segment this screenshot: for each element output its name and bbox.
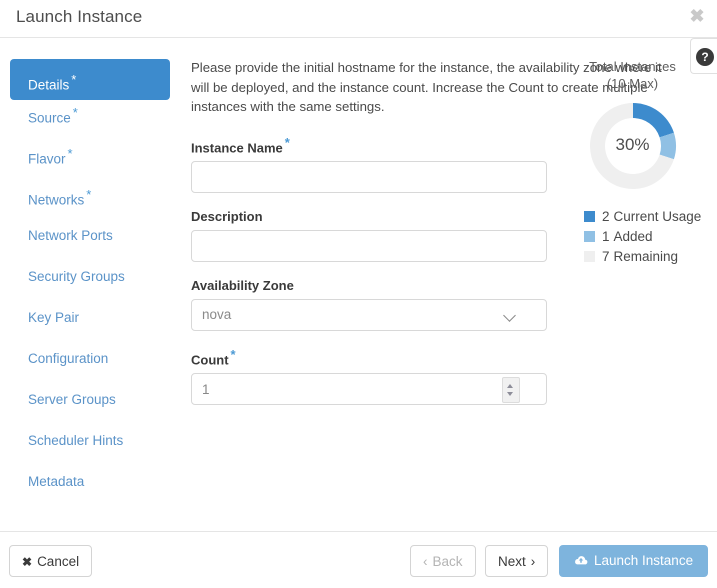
instance-name-label-text: Instance Name <box>191 140 283 155</box>
legend-value: 7 <box>602 249 610 264</box>
required-marker-icon: * <box>231 347 236 362</box>
sidebar-item-source[interactable]: Source* <box>10 100 170 126</box>
sidebar-item-server-groups[interactable]: Server Groups <box>10 387 170 413</box>
page-title: Launch Instance <box>16 7 142 27</box>
sidebar-item-label: Flavor <box>28 152 66 167</box>
legend-label: Remaining <box>614 249 679 264</box>
sidebar-item-details[interactable]: Details* <box>10 59 170 100</box>
wizard-step-nav: Details*Source*Flavor*Networks*Network P… <box>10 59 170 510</box>
quota-chart-title: Total Instances <box>555 58 710 75</box>
launch-instance-button-label: Launch Instance <box>594 553 693 568</box>
sidebar-item-networks[interactable]: Networks* <box>10 182 170 208</box>
sidebar-item-label: Server Groups <box>28 392 116 407</box>
sidebar-item-label: Configuration <box>28 351 108 366</box>
donut-segment-current-usage <box>633 103 674 137</box>
sidebar-item-label: Scheduler Hints <box>28 433 123 448</box>
stepper-up-icon[interactable] <box>507 384 513 388</box>
next-button-label: Next <box>498 554 526 569</box>
sidebar-item-label: Details <box>28 78 69 93</box>
count-label-text: Count <box>191 352 229 367</box>
next-button[interactable]: Next › <box>485 545 548 577</box>
legend-value: 2 <box>602 209 610 224</box>
sidebar-item-label: Metadata <box>28 474 84 489</box>
legend-item: 1 Added <box>584 227 710 247</box>
sidebar-item-label: Network Ports <box>28 228 113 243</box>
sidebar-item-label: Key Pair <box>28 310 79 325</box>
legend-label: Added <box>614 229 653 244</box>
description-field-group: Description <box>191 209 536 262</box>
legend-label: Current Usage <box>614 209 702 224</box>
instance-name-label: Instance Name* <box>191 135 536 155</box>
sidebar-item-metadata[interactable]: Metadata <box>10 469 170 495</box>
cancel-button-label: Cancel <box>37 554 79 569</box>
quota-chart-panel: Total Instances (10 Max) 30% 2 Current Us… <box>555 58 710 267</box>
description-label: Description <box>191 209 536 224</box>
count-input-wrapper <box>191 373 525 405</box>
sidebar-item-key-pair[interactable]: Key Pair <box>10 305 170 331</box>
modal-footer: ✖ Cancel ‹ Back Next › Launch Instance <box>0 531 717 588</box>
modal-header: Launch Instance ✖ <box>0 0 717 38</box>
sidebar-item-label: Source <box>28 111 71 126</box>
sidebar-item-network-ports[interactable]: Network Ports <box>10 223 170 249</box>
legend-value: 1 <box>602 229 610 244</box>
sidebar-item-flavor[interactable]: Flavor* <box>10 141 170 167</box>
close-x-icon: ✖ <box>22 555 32 569</box>
cancel-button[interactable]: ✖ Cancel <box>9 545 92 577</box>
stepper-down-icon[interactable] <box>507 392 513 396</box>
availability-zone-field-group: Availability Zone nova <box>191 278 536 331</box>
quota-donut-chart: 30% <box>588 101 678 191</box>
back-button-label: Back <box>433 554 463 569</box>
legend-swatch-icon <box>584 211 595 222</box>
availability-zone-label: Availability Zone <box>191 278 536 293</box>
sidebar-item-security-groups[interactable]: Security Groups <box>10 264 170 290</box>
count-label: Count* <box>191 347 536 367</box>
sidebar-item-label: Networks <box>28 193 84 208</box>
required-marker-icon: * <box>285 135 290 150</box>
chevron-left-icon: ‹ <box>423 554 428 569</box>
chevron-right-icon: › <box>531 554 536 569</box>
instance-name-input[interactable] <box>191 161 547 193</box>
modal-body: Details*Source*Flavor*Networks*Network P… <box>0 38 717 531</box>
quota-chart-subtitle: (10 Max) <box>555 75 710 92</box>
cloud-upload-icon <box>574 555 588 570</box>
description-input[interactable] <box>191 230 547 262</box>
legend-swatch-icon <box>584 251 595 262</box>
close-icon[interactable]: ✖ <box>686 5 708 27</box>
sidebar-item-configuration[interactable]: Configuration <box>10 346 170 372</box>
availability-zone-select[interactable]: nova <box>191 299 547 331</box>
required-marker-icon: * <box>68 146 73 161</box>
count-input[interactable] <box>191 373 547 405</box>
instance-name-field-group: Instance Name* <box>191 135 536 193</box>
sidebar-item-scheduler-hints[interactable]: Scheduler Hints <box>10 428 170 454</box>
legend-item: 2 Current Usage <box>584 207 710 227</box>
legend-item: 7 Remaining <box>584 247 710 267</box>
availability-zone-select-wrapper: nova <box>191 299 525 331</box>
count-field-group: Count* <box>191 347 536 405</box>
quota-percent-label: 30% <box>588 135 678 155</box>
quantity-stepper[interactable] <box>502 377 520 403</box>
required-marker-icon: * <box>86 187 91 202</box>
launch-instance-button[interactable]: Launch Instance <box>559 545 708 577</box>
sidebar-item-label: Security Groups <box>28 269 125 284</box>
chart-legend: 2 Current Usage 1 Added 7 Remaining <box>555 207 710 267</box>
required-marker-icon: * <box>73 105 78 120</box>
required-marker-icon: * <box>71 72 76 87</box>
legend-swatch-icon <box>584 231 595 242</box>
details-form: Please provide the initial hostname for … <box>191 58 536 421</box>
back-button[interactable]: ‹ Back <box>410 545 476 577</box>
